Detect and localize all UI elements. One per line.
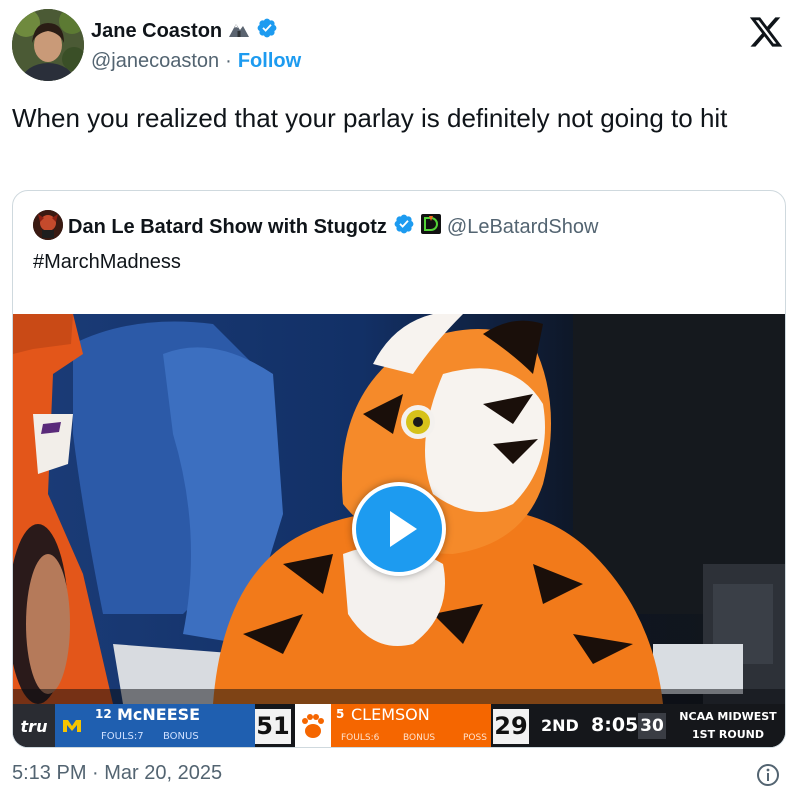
team2-bonus: BONUS — [403, 733, 436, 743]
paw-logo-icon — [295, 704, 331, 747]
verified-badge-icon[interactable] — [256, 17, 278, 45]
tournament-round: 1ST ROUND — [692, 728, 764, 741]
team1-score: 51 — [255, 709, 291, 744]
quoted-tweet-card[interactable]: Dan Le Batard Show with Stugotz @LeBatar… — [12, 190, 786, 748]
author-handle-row: @janecoaston · Follow — [91, 50, 301, 73]
team2-fouls: FOULS:6 — [341, 733, 380, 743]
quoted-author-avatar[interactable] — [33, 210, 63, 240]
author-name[interactable]: Jane Coaston — [91, 20, 222, 43]
team1-seed: 12 — [95, 707, 112, 721]
info-icon[interactable] — [756, 763, 780, 787]
tweet-timestamp[interactable]: 5:13 PM · Mar 20, 2025 — [12, 762, 222, 785]
quoted-author-row: Dan Le Batard Show with Stugotz @LeBatar… — [68, 213, 598, 241]
mountain-icon — [228, 18, 250, 44]
team1-bonus: BONUS — [163, 731, 199, 742]
tweet-text: When you realized that your parlay is de… — [12, 103, 728, 133]
author-avatar[interactable] — [12, 9, 84, 81]
team2-name: CLEMSON — [351, 705, 430, 724]
separator-dot: · — [225, 50, 232, 72]
game-clock: 8:05 — [591, 714, 639, 736]
play-button[interactable] — [352, 482, 446, 576]
draftkings-logo-icon[interactable] — [420, 214, 441, 240]
play-icon — [390, 511, 417, 547]
author-name-row[interactable]: Jane Coaston — [91, 17, 278, 45]
shot-clock: 30 — [638, 713, 666, 739]
cowboys-logo-icon — [60, 714, 84, 738]
quoted-author-handle[interactable]: @LeBatardShow — [447, 216, 599, 239]
team2-poss: POSS — [463, 733, 487, 743]
quoted-author-name[interactable]: Dan Le Batard Show with Stugotz — [68, 216, 387, 239]
tournament-region: NCAA MIDWEST — [679, 710, 777, 723]
team1-fouls: FOULS:7 — [101, 731, 144, 742]
verified-badge-icon[interactable] — [393, 213, 415, 241]
game-period: 2ND — [541, 716, 579, 735]
quoted-tweet-text[interactable]: #MarchMadness — [33, 251, 181, 274]
follow-button[interactable]: Follow — [238, 50, 301, 73]
author-handle[interactable]: @janecoaston — [91, 50, 219, 73]
network-logo: tru — [13, 704, 55, 747]
team1-name: McNEESE — [117, 705, 201, 724]
team2-score: 29 — [493, 709, 529, 744]
x-logo-icon[interactable] — [748, 14, 784, 50]
team2-seed: 5 — [336, 707, 345, 721]
scoreboard: tru 12 McNEESE FOULS:7 BONUS 51 5 CLEMSO — [13, 704, 785, 747]
